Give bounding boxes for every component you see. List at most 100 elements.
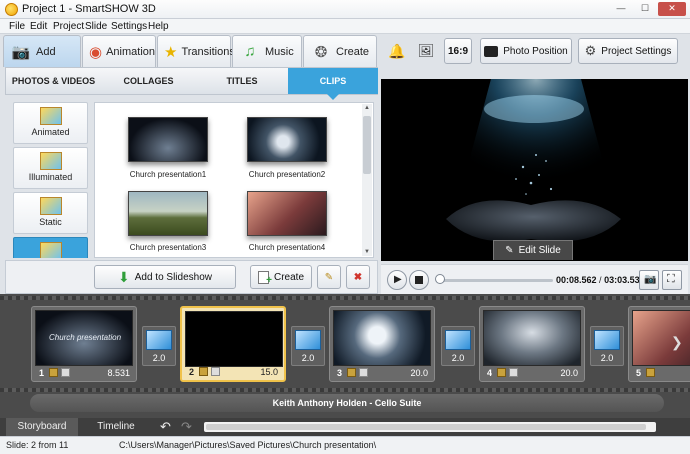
clip-thumbnail[interactable]: [128, 117, 208, 162]
window-controls: — ☐ ✕: [610, 2, 686, 16]
transition-item[interactable]: 2.0: [590, 326, 624, 366]
play-icon: ▶: [394, 274, 402, 285]
speaker-icon[interactable]: [61, 368, 70, 377]
photo-position-label: Photo Position: [503, 45, 568, 57]
scroll-down-icon[interactable]: ▼: [362, 249, 372, 255]
slide-item[interactable]: 3 20.0: [329, 306, 435, 382]
edit-slide-button[interactable]: ✎ Edit Slide: [493, 240, 573, 260]
scrollbar-thumb[interactable]: [206, 424, 646, 430]
clip-gallery: Church presentation1 Church presentation…: [94, 102, 374, 258]
pencil-icon: ✎: [324, 271, 334, 283]
film-strip-edge: [0, 296, 690, 300]
transition-duration: 2.0: [451, 353, 465, 363]
stop-button[interactable]: [409, 270, 429, 290]
scrollbar-thumb[interactable]: [363, 116, 371, 174]
tab-add[interactable]: 📷 Add: [3, 35, 81, 67]
playback-track[interactable]: [438, 279, 553, 282]
play-button[interactable]: ▶: [387, 270, 407, 290]
new-clip-icon: +: [257, 270, 272, 286]
tab-animation[interactable]: ◉ Animation: [82, 35, 156, 67]
clip-label: Church presentation4: [248, 243, 326, 252]
transition-item[interactable]: 2.0: [142, 326, 176, 366]
tab-create[interactable]: ❂ Create: [303, 35, 377, 67]
gallery-icon[interactable]: 🖼: [413, 38, 439, 64]
subtab-clips[interactable]: CLIPS: [288, 68, 378, 100]
fullscreen-button[interactable]: ⛶: [662, 270, 682, 290]
maximize-icon[interactable]: ☐: [634, 2, 656, 16]
project-settings-label: Project Settings: [601, 45, 672, 57]
add-to-slideshow-button[interactable]: ⬇ Add to Slideshow: [94, 265, 236, 289]
edit-slide-icon[interactable]: [646, 368, 655, 377]
photo-position-icon: [484, 45, 499, 57]
speaker-icon[interactable]: [359, 368, 368, 377]
fullscreen-icon: ⛶: [667, 273, 675, 285]
transition-item[interactable]: 2.0: [441, 326, 475, 366]
time-separator: /: [596, 275, 605, 285]
snapshot-button[interactable]: 📷: [639, 270, 659, 290]
subtab-collages[interactable]: COLLAGES: [101, 68, 196, 94]
scroll-right-icon[interactable]: ❯: [671, 334, 683, 351]
slide-number: 5: [636, 368, 642, 378]
add-to-slideshow-label: Add to Slideshow: [134, 271, 212, 283]
category-illuminated[interactable]: Illuminated: [13, 147, 88, 189]
tab-music[interactable]: ♫ Music: [232, 35, 302, 67]
menu-help[interactable]: Help: [148, 21, 169, 32]
undo-icon[interactable]: ↶: [160, 419, 171, 435]
tab-timeline[interactable]: Timeline: [80, 418, 152, 436]
tab-music-label: Music: [265, 45, 294, 58]
storyboard-scrollbar[interactable]: [204, 422, 656, 432]
minimize-icon[interactable]: —: [610, 2, 632, 16]
category-static[interactable]: Static: [13, 192, 88, 234]
delete-clip-button[interactable]: ✖: [346, 265, 370, 289]
tab-transitions[interactable]: ★ Transitions: [157, 35, 235, 67]
menu-file[interactable]: File: [9, 21, 25, 32]
tab-storyboard[interactable]: Storyboard: [6, 418, 78, 436]
clip-label: Church presentation2: [248, 170, 326, 179]
clip-thumbnail[interactable]: [128, 191, 208, 236]
gallery-scrollbar[interactable]: ▲ ▼: [362, 104, 372, 256]
music-track[interactable]: Keith Anthony Holden - Cello Suite: [30, 394, 664, 412]
create-clip-label: Create: [273, 271, 304, 283]
edit-slide-icon[interactable]: [199, 367, 208, 376]
subtab-photos-videos[interactable]: PHOTOS & VIDEOS: [6, 68, 101, 94]
animated-icon: [39, 107, 62, 125]
photo-position-button[interactable]: Photo Position: [480, 38, 572, 64]
close-icon[interactable]: ✕: [658, 2, 686, 16]
speaker-icon[interactable]: [509, 368, 518, 377]
category-animated[interactable]: Animated: [13, 102, 88, 144]
edit-slide-icon[interactable]: [49, 368, 58, 377]
clip-thumbnail[interactable]: [247, 117, 327, 162]
transition-item[interactable]: 2.0: [291, 326, 325, 366]
slide-duration: 20.0: [560, 368, 578, 378]
create-clip-button[interactable]: + Create: [250, 265, 312, 289]
menu-slide[interactable]: Slide: [85, 21, 107, 32]
transition-icon: [594, 330, 620, 350]
slide-item[interactable]: 4 20.0: [479, 306, 585, 382]
slide-tools: [497, 368, 518, 377]
edit-clip-button[interactable]: ✎: [317, 265, 341, 289]
bell-icon[interactable]: 🔔: [384, 38, 410, 64]
menu-project[interactable]: Project: [53, 21, 84, 32]
clip-categories: Animated Illuminated Static: [9, 102, 91, 258]
menu-settings[interactable]: Settings: [111, 21, 147, 32]
subtab-titles[interactable]: TITLES: [196, 68, 288, 94]
content-sub-tabs: PHOTOS & VIDEOS COLLAGES TITLES CLIPS: [5, 67, 378, 100]
project-settings-button[interactable]: ⚙ Project Settings: [578, 38, 678, 64]
clip-thumbnail[interactable]: [247, 191, 327, 236]
player-controls: ▶ 00:08.562 / 03:03.531 📷 ⛶: [381, 264, 688, 294]
slide-item[interactable]: Church presentation 1 8.531: [31, 306, 137, 382]
menu-edit[interactable]: Edit: [30, 21, 47, 32]
edit-slide-icon[interactable]: [497, 368, 506, 377]
category-selected[interactable]: [13, 237, 88, 258]
redo-icon[interactable]: ↷: [181, 419, 192, 435]
transition-icon: [295, 330, 321, 350]
playback-slider[interactable]: [435, 274, 445, 284]
speaker-icon[interactable]: [211, 367, 220, 376]
aspect-ratio-button[interactable]: 16:9: [444, 38, 472, 64]
edit-slide-icon[interactable]: [347, 368, 356, 377]
scroll-up-icon[interactable]: ▲: [362, 105, 372, 111]
slide-tools: [49, 368, 70, 377]
playback-time: 00:08.562 / 03:03.531: [556, 275, 645, 285]
slide-thumbnail: [483, 310, 581, 366]
slide-item-selected[interactable]: 2 15.0: [180, 306, 286, 382]
